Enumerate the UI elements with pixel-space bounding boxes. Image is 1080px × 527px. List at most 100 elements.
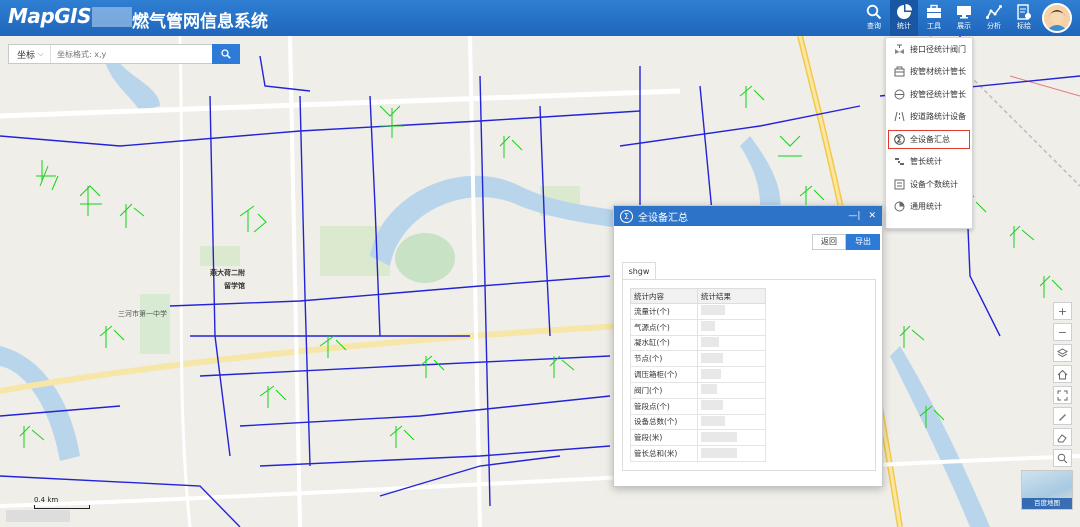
coordinate-input[interactable] [51, 45, 212, 63]
close-icon[interactable]: ✕ [868, 211, 876, 221]
chevron-down-icon: ⌵ [38, 49, 44, 58]
sum-icon [894, 133, 905, 145]
menu-item-label: 按道路统计设备 [910, 112, 966, 122]
summary-table: 统计内容 统计结果 流量计(个) 气源点(个) 凝水缸(个) 节点(个) 调压箱… [630, 288, 766, 462]
magnifier-icon [1057, 453, 1068, 463]
redacted-value [697, 303, 766, 320]
map-control-stack: + − [1053, 302, 1073, 470]
layers-icon [1057, 347, 1068, 357]
tool-analysis[interactable]: 分析 [980, 0, 1008, 36]
mapgis-logo: MapGIS [8, 4, 91, 28]
zoom-out-button[interactable]: − [1053, 323, 1072, 341]
table-row: 凝水缸(个) [630, 334, 766, 352]
tool-statistics[interactable]: 统计 [890, 0, 918, 36]
minimize-icon[interactable]: —| [848, 211, 860, 221]
tool-label: 展示 [957, 22, 971, 30]
row-label: 管段点(个) [630, 397, 698, 415]
home-icon [1057, 369, 1068, 379]
redacted-value [697, 366, 766, 383]
menu-item-label: 通用统计 [910, 202, 942, 212]
row-label: 节点(个) [630, 350, 698, 368]
row-label: 流量计(个) [630, 303, 698, 320]
tool-tools[interactable]: 工具 [920, 0, 948, 36]
road-icon [894, 112, 905, 122]
measure-button[interactable] [1053, 407, 1072, 425]
dialog-header[interactable]: Σ 全设备汇总 —| ✕ [614, 206, 882, 226]
row-label: 管长总和(米) [630, 445, 698, 462]
scale-bar [34, 505, 90, 509]
row-label: 调压箱柜(个) [630, 366, 698, 383]
clear-button[interactable] [1053, 428, 1072, 446]
valve-icon [895, 44, 904, 54]
redacted-value [697, 429, 766, 447]
tool-query[interactable]: 查询 [860, 0, 888, 36]
fullscreen-button[interactable] [1053, 386, 1072, 404]
row-label: 阀门(个) [630, 381, 698, 399]
main-toolbar: 查询 统计 工具 展示 分析 标绘 [858, 0, 1038, 36]
app-title: 燃气管网信息系统 [132, 12, 268, 32]
menu-item-valve-by-caliber[interactable]: 接口径统计阀门 [886, 38, 972, 61]
menu-item-device-by-road[interactable]: 按道路统计设备 [886, 106, 972, 129]
table-row: 管段点(个) [630, 397, 766, 415]
device-count-icon [894, 179, 905, 190]
tool-label: 工具 [927, 22, 941, 30]
tab-panel: 统计内容 统计结果 流量计(个) 气源点(个) 凝水缸(个) 节点(个) 调压箱… [622, 279, 876, 471]
tool-plot[interactable]: 标绘 [1010, 0, 1038, 36]
search-button[interactable] [212, 44, 240, 64]
basemap-switcher[interactable]: 百度地图 [1021, 470, 1073, 510]
layers-button[interactable] [1053, 344, 1072, 362]
row-label: 气源点(个) [630, 318, 698, 336]
tool-display[interactable]: 展示 [950, 0, 978, 36]
coordinate-type-select[interactable]: 坐标 ⌵ [9, 45, 51, 63]
menu-item-all-device-summary[interactable]: 全设备汇总 [886, 128, 972, 151]
table-header-row: 统计内容 统计结果 [630, 288, 766, 304]
table-row: 节点(个) [630, 350, 766, 368]
redacted-value [697, 318, 766, 336]
menu-item-label: 按管材统计管长 [910, 67, 966, 77]
row-label: 凝水缸(个) [630, 334, 698, 352]
column-header: 统计结果 [697, 288, 766, 304]
pie-chart-icon [897, 4, 912, 19]
menu-item-label: 全设备汇总 [910, 134, 950, 144]
menu-item-length-by-material[interactable]: 按管材统计管长 [886, 61, 972, 84]
locate-button[interactable] [1053, 449, 1072, 467]
redacted-value [697, 445, 766, 462]
back-button[interactable]: 返回 [812, 234, 846, 250]
map-place-label: 三河市第一中学 [118, 310, 167, 318]
material-icon [894, 66, 905, 77]
sum-icon: Σ [620, 209, 633, 223]
table-row: 阀门(个) [630, 381, 766, 399]
redacted-value [697, 413, 766, 431]
table-row: 设备总数(个) [630, 413, 766, 431]
menu-item-label: 管长统计 [910, 157, 942, 167]
all-device-summary-dialog: Σ 全设备汇总 —| ✕ 返回 导出 shgw 统计内容 统计结果 流量计(个)… [613, 205, 883, 487]
scale-label: 0.4 km [34, 496, 59, 504]
coordinate-type-label: 坐标 [17, 50, 36, 61]
menu-item-device-count[interactable]: 设备个数统计 [886, 173, 972, 196]
menu-item-label: 按管径统计管长 [910, 89, 966, 99]
home-button[interactable] [1053, 365, 1072, 383]
tab-shgw[interactable]: shgw [622, 262, 656, 280]
redacted-value [697, 350, 766, 368]
map-place-label: 留学馆 [224, 282, 245, 290]
statistics-dropdown-menu: 接口径统计阀门 按管材统计管长 按管径统计管长 按道路统计设备 全设备汇总 管长… [885, 37, 973, 229]
menu-item-pipe-length[interactable]: 管长统计 [886, 151, 972, 174]
table-row: 气源点(个) [630, 318, 766, 336]
user-avatar[interactable] [1042, 3, 1072, 33]
dialog-title: 全设备汇总 [638, 212, 688, 224]
table-row: 管长总和(米) [630, 445, 766, 462]
search-icon [866, 4, 882, 20]
menu-item-general-stats[interactable]: 通用统计 [886, 196, 972, 219]
redacted-value [697, 334, 766, 352]
fullscreen-icon [1057, 390, 1068, 400]
coordinate-search-bar: 坐标 ⌵ [8, 44, 240, 64]
table-row: 调压箱柜(个) [630, 366, 766, 383]
redacted-value [697, 381, 766, 399]
menu-item-length-by-diameter[interactable]: 按管径统计管长 [886, 83, 972, 106]
zoom-in-button[interactable]: + [1053, 302, 1072, 320]
export-button[interactable]: 导出 [846, 234, 880, 250]
general-stats-icon [894, 201, 905, 212]
tool-label: 分析 [987, 22, 1001, 30]
line-analysis-icon [986, 5, 1002, 19]
eraser-icon [1057, 433, 1067, 442]
